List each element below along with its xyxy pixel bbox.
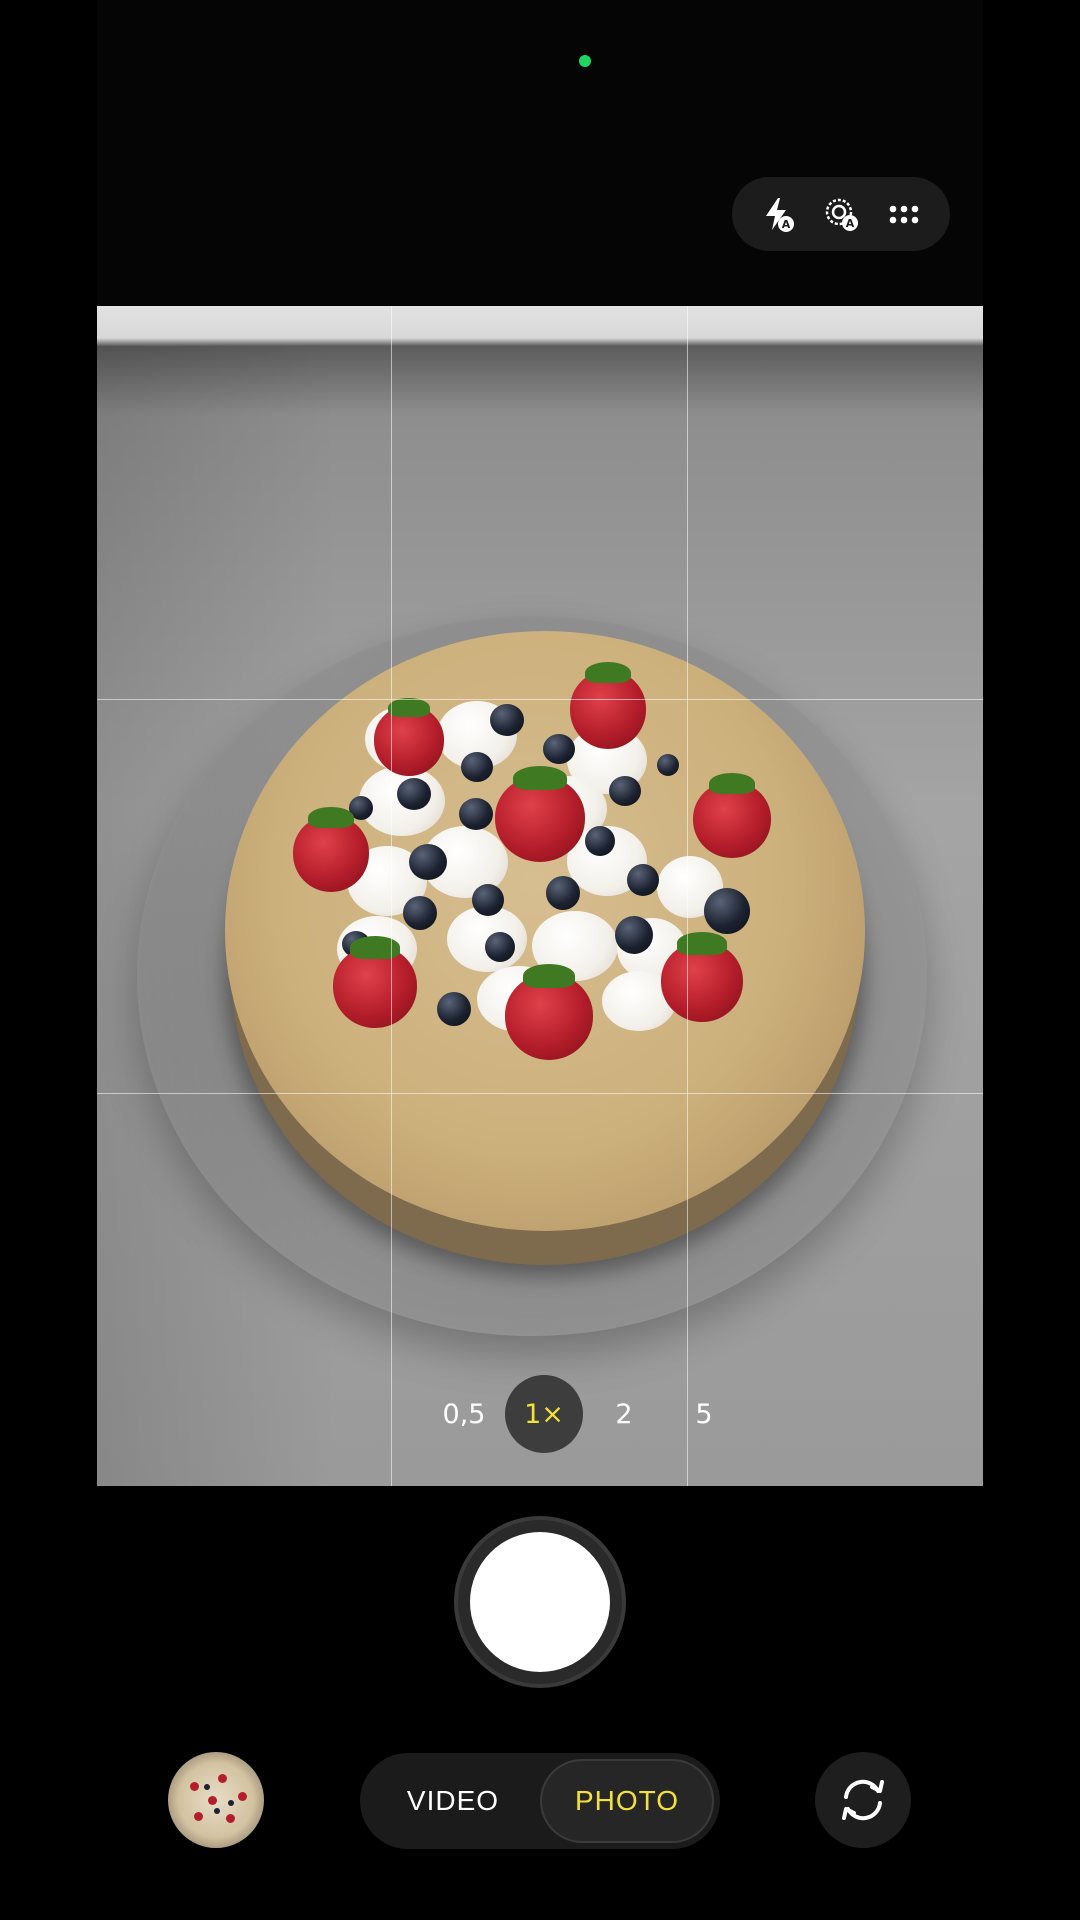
strawberry: [693, 772, 771, 858]
thumb-strawberry: [208, 1796, 217, 1805]
thumb-strawberry: [218, 1774, 227, 1783]
camera-in-use-indicator: [579, 55, 591, 67]
blueberry: [403, 896, 437, 930]
thumb-strawberry: [190, 1782, 199, 1791]
strawberry: [505, 963, 593, 1060]
thumb-strawberry: [194, 1812, 203, 1821]
blueberry: [627, 864, 659, 896]
zoom-0-5-button[interactable]: 0,5: [425, 1375, 503, 1453]
blueberry: [609, 776, 641, 806]
flash-auto-icon: A: [765, 198, 794, 232]
blueberry: [543, 734, 575, 764]
svg-text:A: A: [846, 217, 855, 230]
grid-line-horizontal: [97, 1093, 983, 1094]
strawberry: [374, 697, 444, 776]
blueberry: [461, 752, 493, 782]
blueberry: [585, 826, 615, 856]
mode-video[interactable]: VIDEO: [366, 1759, 540, 1843]
camera-screen: A A 0,5 1× 2 5 VIDEO PHOTO: [0, 0, 1080, 1920]
blueberry: [546, 876, 580, 910]
strawberry: [661, 932, 743, 1022]
blueberry: [459, 798, 493, 830]
zoom-5-button[interactable]: 5: [665, 1375, 743, 1453]
motion-photo-auto-icon: A: [825, 198, 858, 231]
grid-line-vertical: [391, 306, 392, 1486]
grid-line-vertical: [687, 306, 688, 1486]
strawberry: [495, 765, 585, 862]
blueberry: [437, 992, 471, 1026]
flash-auto-button[interactable]: A: [752, 188, 804, 240]
zoom-2-button[interactable]: 2: [585, 1375, 663, 1453]
zoom-1x-button[interactable]: 1×: [505, 1375, 583, 1453]
thumb-blueberry: [204, 1784, 210, 1790]
blueberry: [409, 844, 447, 880]
quick-controls: A A: [732, 177, 950, 251]
strawberry: [333, 936, 417, 1028]
shutter-inner: [470, 1532, 610, 1672]
viewfinder[interactable]: [97, 306, 983, 1486]
grid-line-horizontal: [97, 699, 983, 700]
gallery-thumbnail[interactable]: [168, 1752, 264, 1848]
blueberry: [704, 888, 750, 934]
motion-photo-button[interactable]: A: [815, 188, 867, 240]
switch-camera-icon: [842, 1779, 884, 1821]
strawberry: [570, 661, 646, 749]
blueberry: [397, 778, 431, 810]
blueberry: [615, 916, 653, 954]
thumb-strawberry: [238, 1792, 247, 1801]
mode-photo[interactable]: PHOTO: [540, 1759, 714, 1843]
shutter-button[interactable]: [458, 1520, 622, 1684]
mode-switcher: VIDEO PHOTO: [360, 1753, 720, 1849]
blueberry: [485, 932, 515, 962]
thumb-blueberry: [228, 1800, 234, 1806]
thumb-strawberry: [226, 1814, 235, 1823]
blueberry: [472, 884, 504, 916]
blueberry: [657, 754, 679, 776]
more-options-icon: [890, 205, 919, 224]
svg-text:A: A: [781, 218, 790, 231]
more-options-button[interactable]: [878, 188, 930, 240]
blueberry: [490, 704, 524, 736]
top-bar: [97, 0, 983, 306]
thumb-blueberry: [214, 1808, 220, 1814]
zoom-selector: 0,5 1× 2 5: [425, 1375, 745, 1453]
switch-camera-button[interactable]: [815, 1752, 911, 1848]
strawberry: [293, 806, 369, 892]
